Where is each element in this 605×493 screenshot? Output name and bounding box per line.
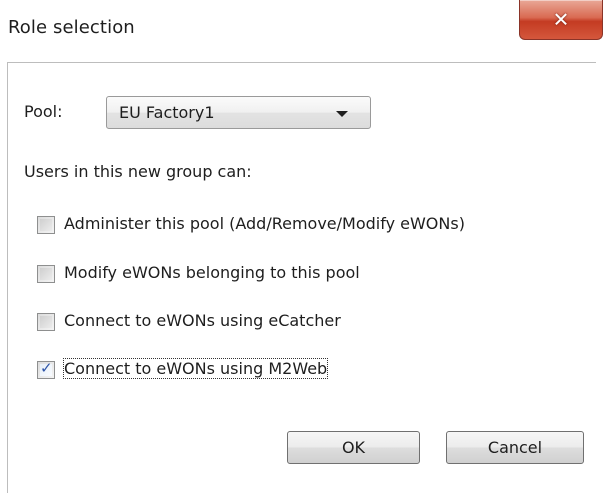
title-bar[interactable]: Role selection ✕: [0, 0, 605, 62]
checkbox-label: Administer this pool (Add/Remove/Modify …: [64, 214, 465, 233]
checkbox-label: Modify eWONs belonging to this pool: [64, 263, 360, 282]
close-button[interactable]: ✕: [519, 0, 603, 40]
pool-dropdown[interactable]: EU Factory1: [106, 96, 371, 129]
role-selection-dialog: Role selection ✕ Pool: EU Factory1 Users…: [0, 0, 605, 493]
window-title: Role selection: [8, 17, 135, 38]
pool-label: Pool:: [24, 102, 63, 121]
checkbox-box[interactable]: [37, 216, 55, 234]
chevron-down-icon: [336, 111, 348, 117]
checkbox-label: Connect to eWONs using eCatcher: [64, 311, 341, 330]
checkbox-box[interactable]: ✓: [37, 359, 55, 379]
dialog-body: Pool: EU Factory1 Users in this new grou…: [7, 62, 596, 493]
ok-button[interactable]: OK: [287, 431, 420, 464]
checkbox-label: Connect to eWONs using M2Web: [62, 358, 329, 379]
checkmark-icon: ✓: [40, 359, 53, 377]
cancel-button[interactable]: Cancel: [446, 431, 584, 464]
pool-dropdown-value: EU Factory1: [119, 103, 215, 122]
checkbox-box[interactable]: [37, 265, 55, 283]
close-icon: ✕: [552, 7, 570, 32]
permissions-heading: Users in this new group can:: [24, 162, 252, 181]
checkbox-box[interactable]: [37, 313, 55, 331]
